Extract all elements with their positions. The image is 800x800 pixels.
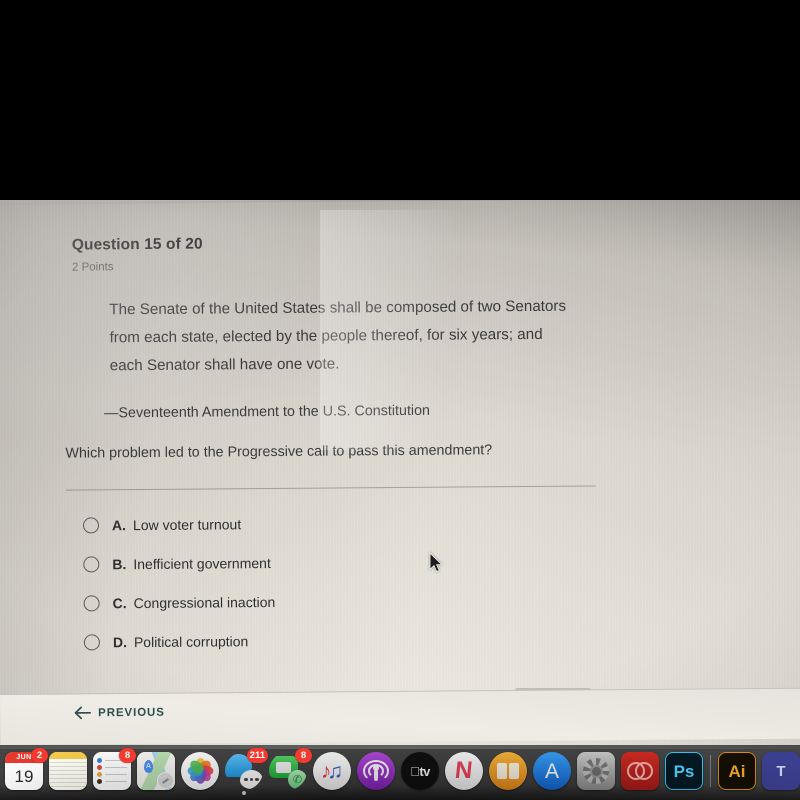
dock-item-system-preferences[interactable]: [574, 749, 618, 793]
dock-items: JUN 19 2 8 A 211 ✆ 8 ♪ ♫ tv N A Ps Ai T: [2, 748, 800, 795]
dock-item-creative-cloud[interactable]: [618, 749, 662, 793]
quiz-content: Question 15 of 20 2 Points The Senate of…: [0, 200, 800, 693]
quote-text: The Senate of the United States shall be…: [109, 297, 567, 375]
apple-tv-label: tv: [414, 763, 430, 779]
section-divider: [65, 485, 596, 491]
maps-icon: A: [137, 752, 175, 790]
illustrator-icon: Ai: [718, 752, 756, 790]
dock-item-calendar[interactable]: JUN 19 2: [2, 748, 48, 793]
points-label: 2 Points: [71, 261, 114, 274]
dock-item-notes[interactable]: [46, 749, 90, 793]
dock-item-app-store[interactable]: A: [530, 749, 574, 793]
screen-photo: Question 15 of 20 2 Points The Senate of…: [0, 0, 800, 800]
dock-item-books[interactable]: [486, 749, 530, 793]
option-letter: C.: [112, 594, 127, 611]
calendar-badge: 2: [31, 748, 48, 763]
question-prompt: Which problem led to the Progressive cal…: [65, 442, 493, 462]
dock-item-apple-tv[interactable]: tv: [398, 749, 442, 793]
dock-item-podcasts[interactable]: [354, 749, 398, 793]
dock-item-photos[interactable]: [178, 749, 222, 793]
podcasts-icon: [357, 752, 395, 790]
quote-attribution: —Seventeenth Amendment to the U.S. Const…: [104, 402, 431, 422]
option-letter: D.: [112, 633, 127, 650]
dock-item-tool-app[interactable]: T: [759, 749, 800, 793]
question-header: Question 15 of 20: [71, 235, 203, 254]
dock-item-messages[interactable]: 211: [222, 748, 268, 795]
books-icon: [489, 752, 527, 790]
top-black-bezel: [0, 0, 800, 203]
dock-item-photoshop[interactable]: Ps: [662, 749, 706, 793]
music-icon: ♪ ♫: [313, 752, 351, 790]
option-letter: B.: [112, 555, 127, 572]
option-letter: A.: [111, 516, 127, 533]
answer-option-a[interactable]: A. Low voter turnout: [82, 502, 503, 544]
messages-badge: 211: [246, 748, 268, 763]
app-store-icon: A: [533, 752, 571, 790]
dock-item-music[interactable]: ♪ ♫: [310, 749, 354, 793]
dock-item-reminders[interactable]: 8: [90, 748, 136, 793]
answer-option-b[interactable]: B. Inefficient government: [83, 541, 503, 583]
reminders-badge: 8: [119, 748, 136, 763]
dock-item-news[interactable]: N: [442, 749, 486, 793]
arrow-left-icon: [74, 706, 92, 720]
messages-running-indicator: [242, 791, 246, 795]
illustrator-label: Ai: [728, 761, 746, 781]
option-text: Low voter turnout: [132, 515, 242, 533]
notes-header-strip: [49, 752, 87, 759]
photos-icon: [181, 752, 219, 790]
gear-icon: [577, 752, 615, 790]
news-icon: N: [445, 752, 483, 790]
radio-button[interactable]: [82, 516, 100, 533]
photoshop-icon: Ps: [665, 752, 703, 790]
calendar-day: 19: [14, 766, 34, 786]
creative-cloud-icon: [621, 752, 659, 790]
dock-item-maps[interactable]: A: [134, 749, 178, 793]
maps-compass-icon: [157, 772, 174, 789]
bottom-nav-bar: PREVIOUS: [0, 687, 800, 745]
dock-item-illustrator[interactable]: Ai: [715, 749, 759, 793]
notes-icon: [49, 752, 87, 790]
previous-button[interactable]: PREVIOUS: [74, 706, 165, 720]
answer-option-d[interactable]: D. Political corruption: [83, 619, 504, 661]
radio-button[interactable]: [83, 594, 100, 611]
radio-button[interactable]: [83, 633, 100, 650]
tool-app-icon: T: [762, 752, 800, 790]
apple-tv-icon: tv: [401, 752, 439, 790]
previous-label: PREVIOUS: [98, 706, 165, 719]
facetime-badge: 8: [295, 748, 312, 763]
dock-separator: [706, 754, 715, 788]
option-text: Inefficient government: [133, 554, 271, 572]
radio-button[interactable]: [83, 555, 100, 572]
tool-app-label: T: [776, 762, 786, 780]
answer-option-c[interactable]: C. Congressional inaction: [83, 580, 503, 622]
photoshop-label: Ps: [673, 761, 695, 781]
option-text: Congressional inaction: [133, 593, 276, 611]
maps-pin-icon: A: [144, 760, 153, 773]
answer-options: A. Low voter turnout B. Inefficient governm…: [82, 502, 504, 661]
dock-item-facetime[interactable]: ✆ 8: [266, 748, 312, 793]
notes-lines: [49, 759, 87, 790]
option-text: Political corruption: [133, 632, 249, 650]
quiz-page: Question 15 of 20 2 Points The Senate of…: [0, 200, 800, 745]
macos-dock: JUN 19 2 8 A 211 ✆ 8 ♪ ♫ tv N A Ps Ai T: [0, 745, 800, 800]
